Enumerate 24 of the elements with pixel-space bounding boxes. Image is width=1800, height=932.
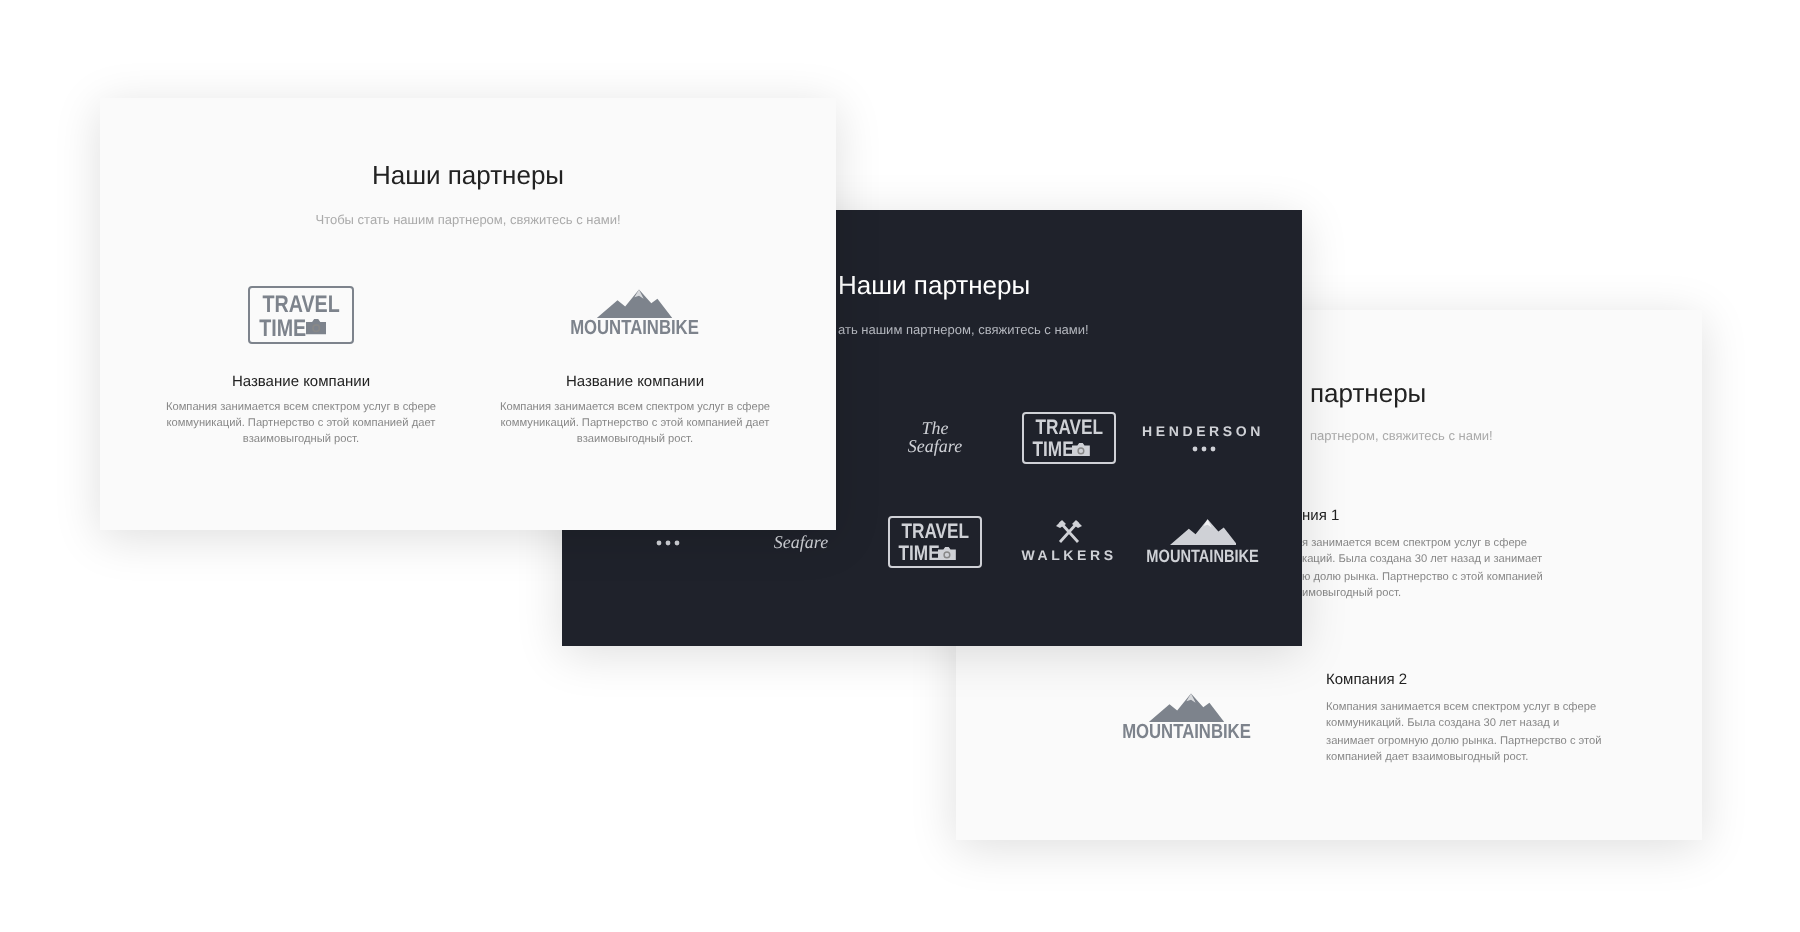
section-title: Наши партнеры xyxy=(838,270,1033,300)
camera-icon xyxy=(305,318,326,336)
logo-text: Seafare xyxy=(907,438,963,456)
mountain-icon xyxy=(1147,691,1225,723)
dots-icon xyxy=(1191,445,1215,451)
camera-icon xyxy=(1071,442,1090,457)
logo-text: The xyxy=(921,420,949,438)
logo-text: MOUNTAINBIKE xyxy=(1146,547,1260,566)
camera-icon xyxy=(937,546,956,561)
crossed-axes-icon xyxy=(1055,520,1082,544)
section-title: Наши партнеры xyxy=(371,160,565,190)
dots-icon xyxy=(655,539,679,545)
logo-text: TRAVEL xyxy=(262,291,340,315)
mountain-icon xyxy=(1169,518,1237,546)
logo-text: TIME xyxy=(259,315,307,339)
logo-text: Seafare xyxy=(773,533,829,551)
logo-text: MOUNTAINBIKE xyxy=(570,320,700,341)
logo-text: MOUNTAINBIKE xyxy=(1121,724,1251,745)
mountain-icon xyxy=(596,287,674,319)
section-title: партнеры xyxy=(1310,378,1429,408)
logo-text: TRAVEL xyxy=(901,522,969,543)
logo-text: TIME xyxy=(898,543,940,564)
logo-text: TIME xyxy=(1032,439,1074,460)
logo-text: TRAVEL xyxy=(1035,418,1103,439)
